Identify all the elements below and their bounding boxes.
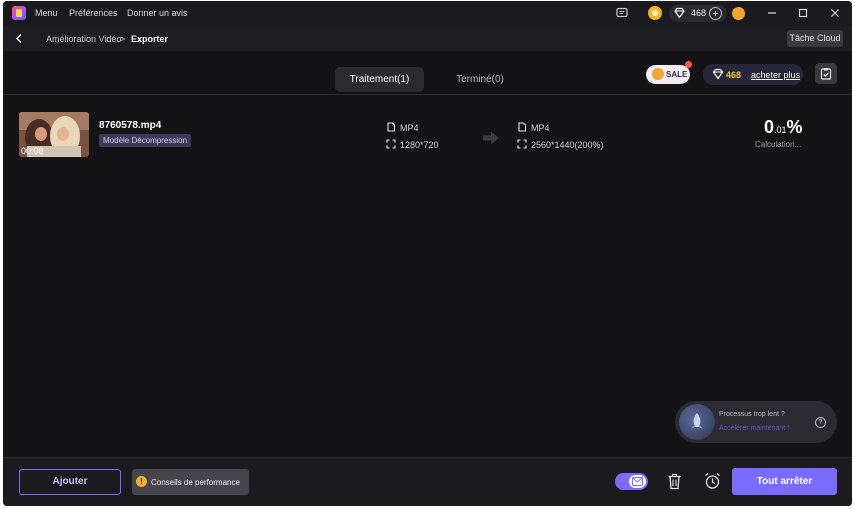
maximize-icon[interactable]: [795, 5, 811, 21]
trash-icon[interactable]: [667, 473, 682, 490]
close-icon[interactable]: [827, 5, 843, 21]
speed-tip-text: Processus trop lent ?: [719, 411, 785, 418]
task-list-button[interactable]: [815, 63, 837, 84]
feedback-icon[interactable]: [615, 6, 629, 20]
add-button[interactable]: Ajouter: [19, 469, 121, 495]
sale-badge-icon: [685, 61, 692, 68]
file-icon: [518, 122, 527, 132]
breadcrumb: Amélioration Vidéo > Exporter Tâche Clou…: [3, 26, 852, 51]
credits-count: 468: [691, 8, 707, 18]
minimize-icon[interactable]: [764, 5, 780, 21]
menu-item-preferences[interactable]: Préférences: [69, 8, 118, 18]
alarm-clock-icon[interactable]: [704, 472, 721, 490]
mail-icon: [632, 477, 643, 486]
title-bar: Menu Préférences Donner un avis 468: [3, 1, 852, 26]
sale-coin-icon: [652, 68, 664, 80]
video-duration: 00:08: [21, 146, 44, 156]
stop-all-button[interactable]: Tout arrêter: [732, 468, 837, 495]
warning-icon: !: [136, 476, 147, 487]
diamond-icon: [712, 68, 724, 80]
progress-status: Calculation...: [755, 140, 802, 149]
target-resolution: 2560*1440(200%): [531, 140, 604, 150]
model-tag: Modèle Décompression: [99, 134, 192, 147]
performance-tips-label: Conseils de performance: [151, 478, 240, 487]
resolution-icon: [517, 139, 527, 149]
sale-label: SALE: [666, 70, 688, 79]
rocket-icon: [679, 404, 715, 440]
source-format: MP4: [400, 123, 419, 133]
bottom-bar: [3, 457, 852, 506]
target-format: MP4: [531, 123, 550, 133]
menu-item-feedback[interactable]: Donner un avis: [127, 8, 188, 18]
file-name: 8760578.mp4: [99, 120, 162, 131]
tab-finished[interactable]: Terminé(0): [437, 67, 523, 92]
credits-count-promo: 468: [726, 70, 742, 80]
file-icon: [387, 122, 396, 132]
progress-percent: 0.01%: [764, 117, 803, 137]
breadcrumb-parent[interactable]: Amélioration Vidéo: [46, 34, 121, 44]
resolution-icon: [386, 139, 396, 149]
breadcrumb-current: Exporter: [131, 34, 169, 44]
user-avatar-icon[interactable]: [732, 7, 745, 20]
back-arrow-icon[interactable]: [13, 32, 25, 45]
diamond-icon: [674, 7, 685, 19]
app-logo-icon: [12, 6, 26, 20]
speed-up-link[interactable]: Accélérer maintenant !: [719, 425, 789, 432]
plus-icon[interactable]: [709, 7, 722, 20]
help-icon[interactable]: ?: [815, 417, 826, 428]
tab-processing[interactable]: Traitement(1): [335, 67, 424, 92]
buy-more-link[interactable]: acheter plus: [751, 70, 800, 80]
coin-icon[interactable]: [648, 6, 662, 20]
clipboard-check-icon: [820, 68, 832, 80]
arrow-right-icon: [483, 131, 499, 145]
app-window: Menu Préférences Donner un avis 468 Amél…: [3, 1, 852, 506]
cloud-task-button[interactable]: Tâche Cloud: [787, 30, 843, 47]
breadcrumb-separator: >: [120, 34, 126, 44]
menu-item-menu[interactable]: Menu: [35, 8, 58, 18]
source-resolution: 1280*720: [400, 140, 439, 150]
